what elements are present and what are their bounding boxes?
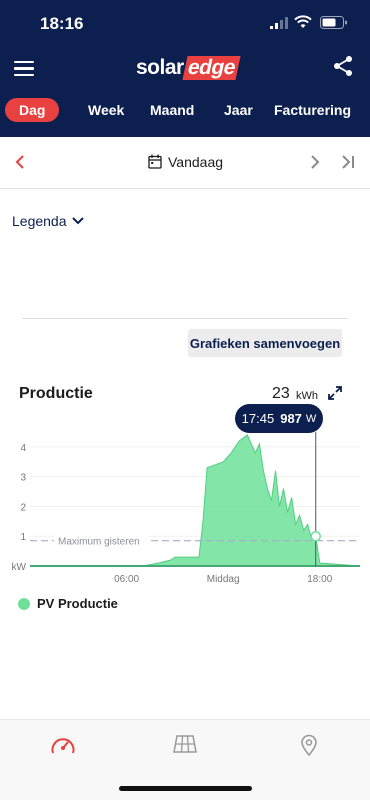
chart-tooltip: 17:45 987 W <box>235 404 323 433</box>
y-axis-unit-label: kW <box>12 562 27 573</box>
merge-charts-button[interactable]: Grafieken samenvoegen <box>188 329 342 357</box>
tooltip-time: 17:45 <box>241 411 275 426</box>
cellular-signal-icon <box>270 17 288 29</box>
wifi-icon <box>294 15 312 28</box>
pv-legend-label: PV Productie <box>37 596 118 611</box>
battery-icon <box>320 16 347 29</box>
navigation-bar: solar edge <box>0 48 370 90</box>
tooltip-value: 987 <box>280 411 302 426</box>
calendar-icon <box>148 154 162 169</box>
tooltip-unit: W <box>305 412 317 425</box>
previous-day-chevron-icon[interactable] <box>14 154 26 170</box>
production-unit: kWh <box>296 390 318 402</box>
y-tick-label: 2 <box>20 502 26 513</box>
legenda-toggle[interactable]: Legenda <box>12 213 84 229</box>
status-time: 18:16 <box>40 14 84 33</box>
status-bar: 18:16 <box>0 0 370 48</box>
app-header: 18:16 solar edge Dag Week Maand Jaar Fac… <box>0 0 370 137</box>
legenda-label: Legenda <box>12 213 67 229</box>
production-total: 23 <box>272 385 290 402</box>
tab-jaar[interactable]: Jaar <box>224 102 253 118</box>
solar-panel-icon[interactable] <box>172 734 198 754</box>
production-title: Productie <box>19 385 93 402</box>
date-navigation: Vandaag <box>0 137 370 189</box>
next-day-chevron-icon[interactable] <box>309 154 321 170</box>
solaredge-logo: solar edge <box>136 56 241 80</box>
production-chart[interactable]: 1 2 3 4 kW Maximum gisteren 06:00 Middag 18:00 <box>0 432 370 592</box>
y-tick-label: 1 <box>20 532 26 543</box>
expand-fullscreen-icon[interactable] <box>327 385 343 401</box>
y-tick-label: 4 <box>20 443 26 454</box>
chevron-down-icon <box>71 217 84 225</box>
share-icon[interactable] <box>332 55 354 77</box>
pv-legend-dot <box>18 597 30 610</box>
y-tick-label: 3 <box>20 473 26 484</box>
tab-dag[interactable]: Dag <box>5 98 60 122</box>
x-tick-label: 06:00 <box>114 574 139 585</box>
tab-maand[interactable]: Maand <box>150 102 194 118</box>
x-tick-label: 18:00 <box>307 574 332 585</box>
home-indicator <box>119 786 252 791</box>
tab-facturering[interactable]: Facturering <box>274 102 351 118</box>
skip-to-today-icon[interactable] <box>341 154 355 170</box>
tab-week[interactable]: Week <box>88 102 124 118</box>
location-pin-icon[interactable] <box>300 734 318 756</box>
section-divider <box>22 318 348 319</box>
period-tabs: Dag Week Maand Jaar Facturering <box>0 98 370 128</box>
hamburger-menu-icon[interactable] <box>14 57 34 79</box>
pv-production-legend[interactable]: PV Productie <box>18 596 118 611</box>
tooltip-marker-point <box>310 530 321 542</box>
current-date-label[interactable]: Vandaag <box>168 154 223 170</box>
max-yesterday-label: Maximum gisteren <box>58 537 140 548</box>
x-tick-label: Middag <box>207 574 240 585</box>
dashboard-gauge-icon[interactable] <box>50 734 76 756</box>
